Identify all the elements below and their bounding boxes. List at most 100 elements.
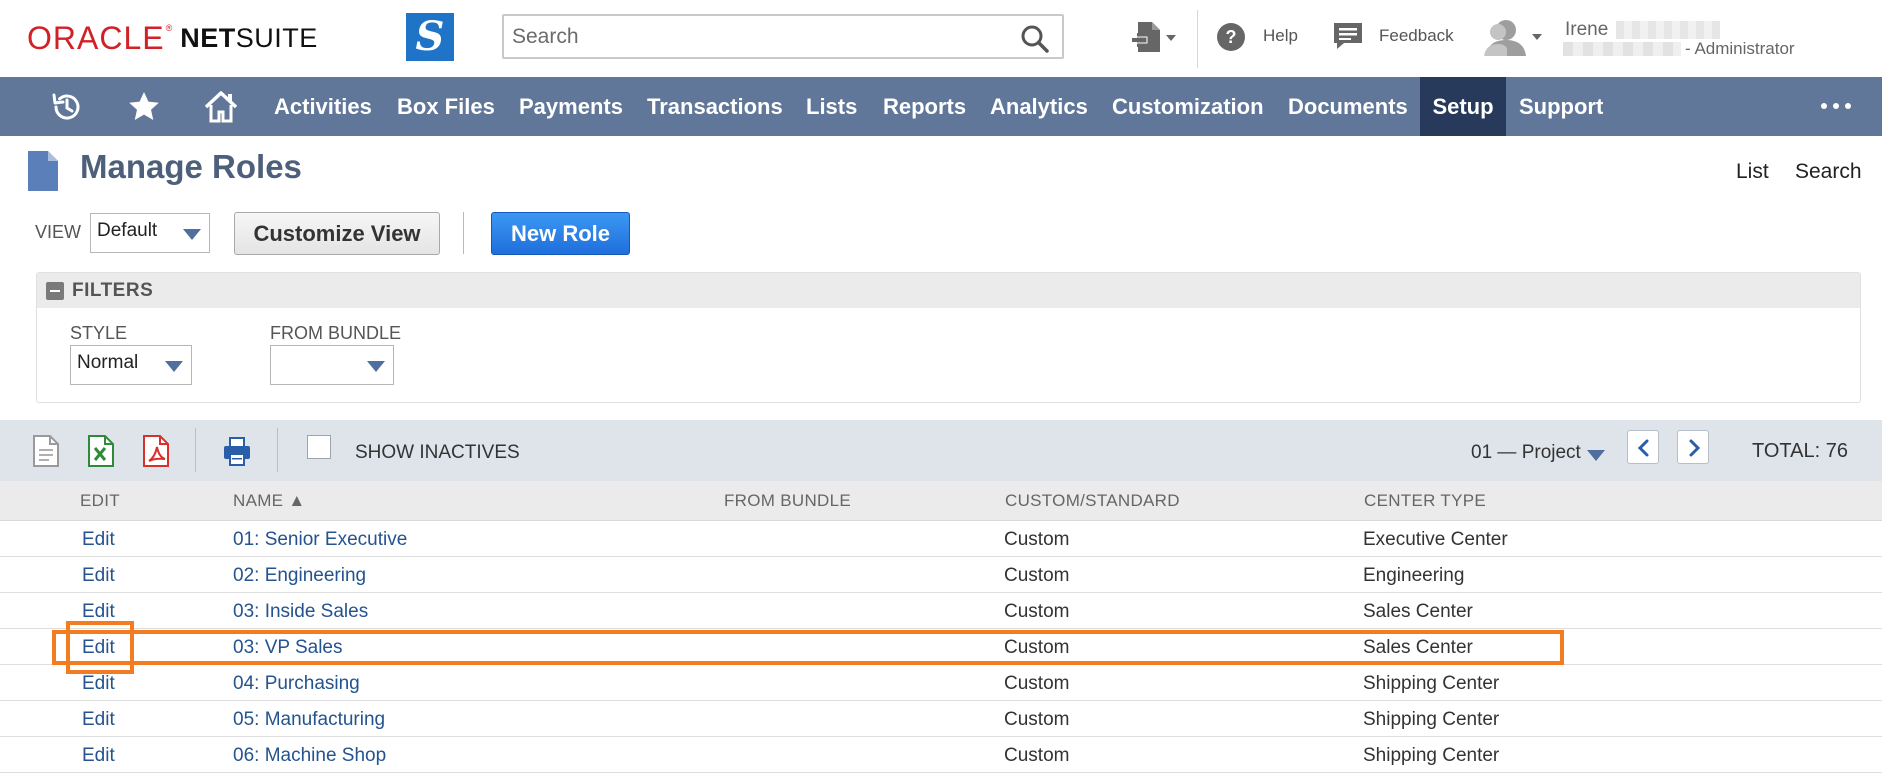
bundle-filter-label: FROM BUNDLE: [270, 323, 402, 343]
nav-documents[interactable]: Documents: [1276, 77, 1420, 136]
custom-standard-cell: Custom: [1004, 601, 1070, 622]
table-row: Edit 06: Machine Shop Custom Shipping Ce…: [0, 737, 1882, 773]
column-header-custom-standard[interactable]: CUSTOM/STANDARD: [1005, 491, 1180, 511]
page-title: Manage Roles: [80, 148, 302, 185]
role-name-link[interactable]: 01: Senior Executive: [233, 529, 407, 551]
company-brand-icon[interactable]: S: [406, 13, 454, 61]
show-inactives-checkbox[interactable]: [307, 435, 331, 459]
show-inactives-label[interactable]: SHOW INACTIVES: [355, 442, 520, 464]
feedback-icon[interactable]: [1332, 21, 1364, 51]
nav-payments[interactable]: Payments: [507, 77, 635, 136]
table-row: Edit 05: Manufacturing Custom Shipping C…: [0, 701, 1882, 737]
search-icon[interactable]: [1020, 24, 1050, 54]
view-select[interactable]: Default: [90, 213, 210, 253]
toolbar-divider: [463, 212, 464, 254]
nav-activities[interactable]: Activities: [262, 77, 384, 136]
nav-reports[interactable]: Reports: [871, 77, 978, 136]
edit-link[interactable]: Edit: [82, 745, 115, 767]
nav-setup[interactable]: Setup: [1420, 77, 1506, 136]
filters-title: FILTERS: [72, 280, 154, 301]
user-first-name[interactable]: Irene: [1565, 19, 1608, 41]
nav-customization[interactable]: Customization: [1100, 77, 1276, 136]
home-icon[interactable]: [203, 89, 239, 125]
more-menu-icon[interactable]: [1818, 99, 1858, 113]
total-count: TOTAL: 76: [1752, 440, 1848, 462]
create-new-icon[interactable]: [1130, 18, 1178, 58]
logo-registered-mark: ®: [165, 23, 173, 33]
customize-view-button[interactable]: Customize View: [234, 212, 440, 255]
view-select-value: Default: [97, 220, 158, 241]
nav-analytics[interactable]: Analytics: [978, 77, 1100, 136]
table-row: Edit 04: Purchasing Custom Shipping Cent…: [0, 665, 1882, 701]
role-name-link[interactable]: 02: Engineering: [233, 565, 366, 587]
next-page-button[interactable]: [1677, 430, 1709, 464]
chevron-left-icon: [1637, 439, 1649, 457]
edit-link[interactable]: Edit: [82, 673, 115, 695]
chevron-down-icon: [183, 229, 201, 240]
logo-net-text: NET: [180, 22, 236, 53]
highlight-row-annotation: [52, 630, 1564, 665]
recent-records-icon[interactable]: [48, 89, 84, 125]
custom-standard-cell: Custom: [1004, 529, 1070, 550]
style-filter-select[interactable]: Normal: [70, 345, 192, 385]
export-excel-icon[interactable]: [86, 434, 116, 468]
center-type-cell: Engineering: [1363, 565, 1465, 586]
table-row: Edit 01: Senior Executive Custom Executi…: [0, 521, 1882, 557]
edit-link[interactable]: Edit: [82, 565, 115, 587]
custom-standard-cell: Custom: [1004, 709, 1070, 730]
previous-page-button[interactable]: [1627, 430, 1659, 464]
logo-oracle-text: ORACLE: [27, 19, 165, 56]
filters-header[interactable]: FILTERS: [37, 273, 1860, 308]
user-role[interactable]: - Administrator: [1685, 39, 1795, 59]
chevron-right-icon: [1689, 439, 1701, 457]
search-input[interactable]: [512, 22, 1012, 52]
toolbar-divider: [277, 428, 278, 472]
shortcuts-star-icon[interactable]: [126, 89, 162, 125]
role-name-link[interactable]: 04: Purchasing: [233, 673, 360, 695]
chevron-down-icon[interactable]: [1587, 450, 1605, 461]
export-csv-icon[interactable]: [31, 434, 61, 468]
chevron-down-icon: [367, 361, 385, 372]
feedback-link[interactable]: Feedback: [1379, 26, 1454, 46]
role-name-link[interactable]: 06: Machine Shop: [233, 745, 386, 767]
custom-standard-cell: Custom: [1004, 565, 1070, 586]
column-header-edit: EDIT: [80, 491, 120, 510]
column-header-from-bundle[interactable]: FROM BUNDLE: [724, 491, 851, 511]
nav-box-files[interactable]: Box Files: [385, 77, 507, 136]
user-avatar-icon[interactable]: [1484, 18, 1546, 56]
new-role-button[interactable]: New Role: [491, 212, 630, 255]
redacted-user-last-name: [1616, 21, 1720, 39]
export-pdf-icon[interactable]: [141, 434, 171, 468]
nav-support[interactable]: Support: [1507, 77, 1615, 136]
table-row: Edit 03: Inside Sales Custom Sales Cente…: [0, 593, 1882, 629]
page-range-select[interactable]: 01 — Project: [1471, 442, 1581, 464]
column-header-center-type[interactable]: CENTER TYPE: [1364, 491, 1486, 511]
nav-transactions[interactable]: Transactions: [635, 77, 795, 136]
oracle-netsuite-logo[interactable]: ORACLE ® NETSUITE: [27, 20, 318, 56]
edit-link[interactable]: Edit: [82, 601, 115, 623]
list-link[interactable]: List: [1736, 160, 1769, 184]
role-name-link[interactable]: 03: Inside Sales: [233, 601, 368, 623]
list-toolbar: SHOW INACTIVES 01 — Project TOTAL: 76: [0, 420, 1882, 481]
print-icon[interactable]: [222, 434, 252, 468]
style-filter-value: Normal: [77, 352, 139, 373]
search-link[interactable]: Search: [1795, 160, 1862, 184]
center-type-cell: Shipping Center: [1363, 709, 1500, 730]
help-link[interactable]: Help: [1263, 26, 1298, 46]
svg-text:?: ?: [1226, 27, 1237, 47]
filters-panel: FILTERS STYLE Normal FROM BUNDLE: [36, 272, 1861, 403]
custom-standard-cell: Custom: [1004, 673, 1070, 694]
edit-link[interactable]: Edit: [82, 709, 115, 731]
edit-link[interactable]: Edit: [82, 529, 115, 551]
toolbar-divider: [195, 428, 196, 472]
column-header-name[interactable]: NAME ▲: [233, 491, 305, 511]
center-type-cell: Sales Center: [1363, 601, 1473, 622]
role-name-link[interactable]: 05: Manufacturing: [233, 709, 385, 731]
main-navigation: Activities Box Files Payments Transactio…: [0, 77, 1882, 136]
center-type-cell: Executive Center: [1363, 529, 1508, 550]
help-icon[interactable]: ?: [1216, 22, 1246, 52]
page-document-icon: [28, 151, 58, 191]
nav-lists[interactable]: Lists: [794, 77, 869, 136]
collapse-icon[interactable]: [46, 282, 64, 300]
bundle-filter-select[interactable]: [270, 345, 394, 385]
